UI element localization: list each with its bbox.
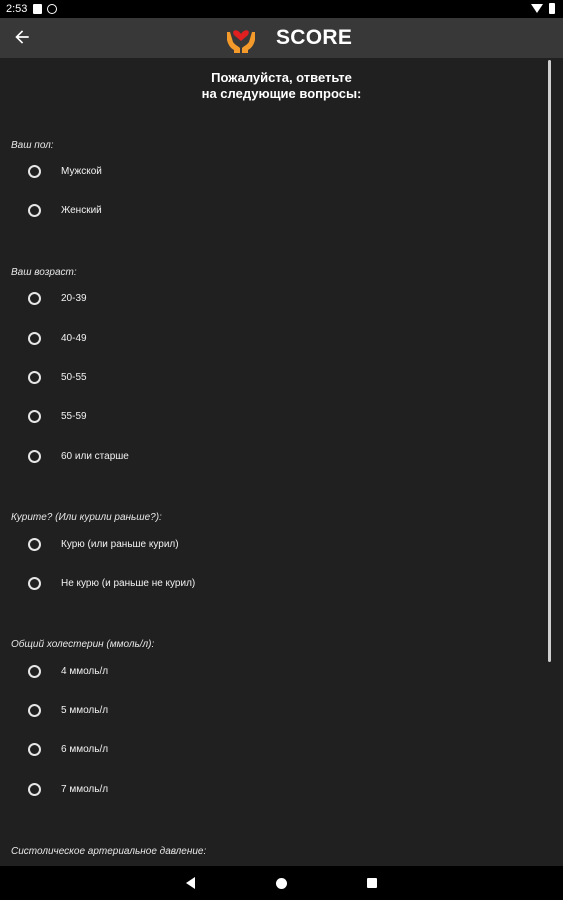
radio-option-chol-7[interactable]: 7 ммоль/л: [28, 779, 108, 799]
radio-option-age-60-plus[interactable]: 60 или старше: [28, 446, 129, 466]
radio-option-age-55-59[interactable]: 55-59: [28, 406, 87, 426]
radio-option-smoker[interactable]: Курю (или раньше курил): [28, 534, 179, 554]
option-label: 60 или старше: [61, 450, 129, 462]
radio-button[interactable]: [28, 449, 41, 463]
radio-option-chol-6[interactable]: 6 ммоль/л: [28, 739, 108, 759]
option-label: Мужской: [61, 165, 102, 177]
option-label: Женский: [61, 204, 102, 216]
system-nav-bar: [0, 866, 563, 900]
question-label-smoking: Курите? (Или курили раньше?):: [11, 512, 162, 523]
radio-button[interactable]: [28, 291, 41, 305]
question-label-cholesterol: Общий холестерин (ммоль/л):: [11, 639, 155, 650]
radio-option-age-40-49[interactable]: 40-49: [28, 328, 87, 348]
radio-option-age-20-39[interactable]: 20-39: [28, 288, 87, 308]
questionnaire: Пожалуйста, ответьте на следующие вопрос…: [0, 58, 563, 866]
nav-back-icon[interactable]: [186, 877, 195, 889]
radio-button[interactable]: [28, 576, 41, 590]
sync-icon: [47, 4, 57, 14]
radio-button[interactable]: [28, 537, 41, 551]
option-label: 50-55: [61, 371, 87, 383]
status-time: 2:53: [6, 3, 28, 15]
app-bar: SCORE: [0, 18, 563, 58]
radio-option-non-smoker[interactable]: Не курю (и раньше не курил): [28, 573, 195, 593]
radio-button[interactable]: [28, 742, 41, 756]
option-label: 6 ммоль/л: [61, 743, 109, 755]
option-label: 20-39: [61, 292, 87, 304]
radio-button[interactable]: [28, 664, 41, 678]
radio-option-female[interactable]: Женский: [28, 200, 102, 220]
option-label: Не курю (и раньше не курил): [61, 577, 196, 589]
arrow-left-icon[interactable]: [12, 27, 32, 47]
option-label: Курю (или раньше курил): [61, 538, 179, 550]
notification-icons: [33, 4, 57, 14]
wifi-icon: [531, 4, 543, 13]
scrollbar[interactable]: [548, 60, 551, 662]
radio-button[interactable]: [28, 703, 41, 717]
option-label: 7 ммоль/л: [61, 783, 109, 795]
radio-option-age-50-55[interactable]: 50-55: [28, 367, 87, 387]
nav-home-icon[interactable]: [276, 878, 287, 889]
radio-button[interactable]: [28, 203, 41, 217]
radio-option-chol-4[interactable]: 4 ммоль/л: [28, 661, 108, 681]
radio-button[interactable]: [28, 370, 41, 384]
option-label: 4 ммоль/л: [61, 665, 109, 677]
system-icons: [531, 3, 555, 14]
heart-in-hands-icon: [227, 30, 255, 53]
radio-option-male[interactable]: Мужской: [28, 161, 102, 181]
radio-button[interactable]: [28, 331, 41, 345]
option-label: 55-59: [61, 410, 87, 422]
question-label-age: Ваш возраст:: [11, 267, 77, 278]
notification-icon: [33, 4, 42, 14]
option-label: 40-49: [61, 332, 87, 344]
nav-recents-icon[interactable]: [367, 878, 377, 888]
battery-icon: [549, 3, 555, 14]
question-label-blood-pressure: Систолическое артериальное давление:: [11, 846, 207, 857]
app-title: SCORE: [276, 26, 353, 49]
question-label-sex: Ваш пол:: [11, 140, 54, 151]
option-label: 5 ммоль/л: [61, 704, 109, 716]
page-heading: Пожалуйста, ответьте на следующие вопрос…: [0, 70, 563, 102]
radio-button[interactable]: [28, 782, 41, 796]
status-bar: 2:53: [0, 0, 563, 18]
radio-button[interactable]: [28, 409, 41, 423]
heading-line-1: Пожалуйста, ответьте: [211, 70, 352, 85]
heading-line-2: на следующие вопросы:: [201, 86, 362, 101]
radio-button[interactable]: [28, 164, 41, 178]
radio-option-chol-5[interactable]: 5 ммоль/л: [28, 700, 108, 720]
